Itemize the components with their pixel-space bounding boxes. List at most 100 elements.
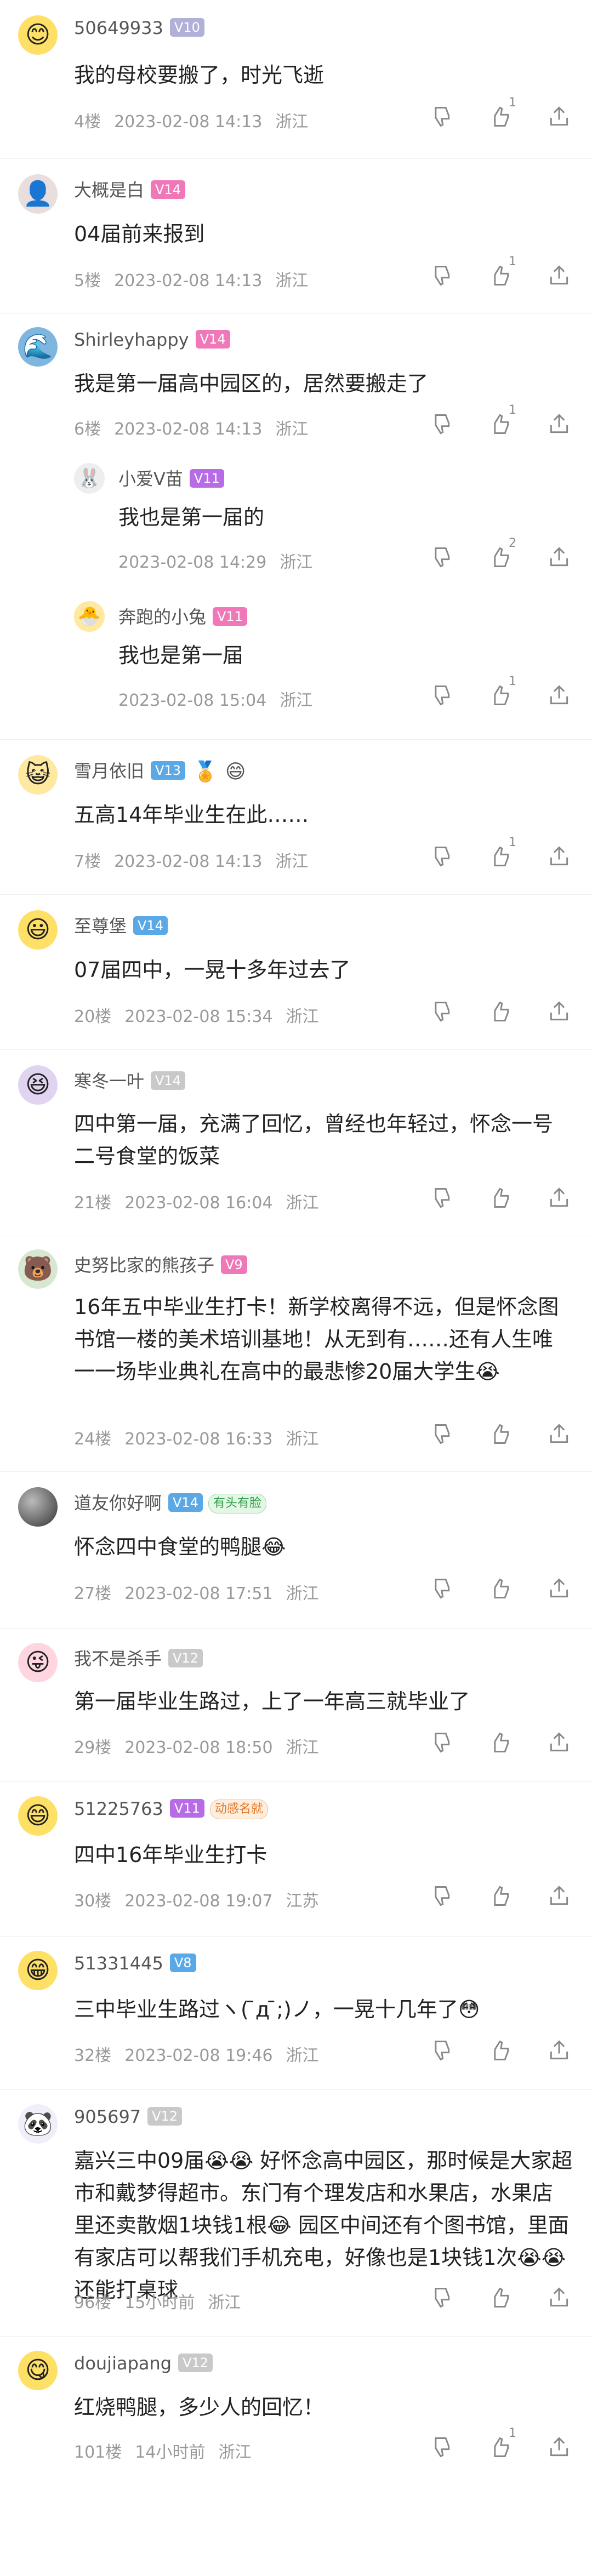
share-button[interactable]: [543, 841, 576, 874]
username[interactable]: 905697 V12: [74, 2106, 183, 2127]
username[interactable]: 我不是杀手 V12: [74, 1645, 203, 1670]
share-button[interactable]: [543, 2282, 576, 2315]
comment-text: 16年五中毕业生打卡！新学校离得不远，但是怀念图书馆一楼的美术培训基地！从无到有…: [74, 1295, 559, 1384]
username[interactable]: 51331445 V8: [74, 1953, 196, 1974]
share-button[interactable]: [543, 1183, 576, 1215]
like-button[interactable]: [483, 996, 516, 1029]
share-button[interactable]: [543, 2035, 576, 2068]
dislike-button[interactable]: [424, 1183, 457, 1215]
thumb-up-icon: [488, 1422, 512, 1448]
dislike-button[interactable]: [424, 1881, 457, 1914]
like-button[interactable]: 2: [483, 536, 516, 575]
like-button[interactable]: 1: [483, 2426, 516, 2465]
like-button[interactable]: 1: [483, 255, 516, 293]
thumb-up-icon: [488, 1730, 512, 1757]
share-button[interactable]: [543, 542, 576, 575]
like-button[interactable]: [483, 1183, 516, 1215]
thumb-up-icon: [488, 1186, 512, 1212]
share-icon: [547, 2286, 571, 2312]
dislike-button[interactable]: [424, 1419, 457, 1452]
comment-item: 😺 雪月依旧 V13 🏅 😄 五高14年毕业生在此…… 7楼 2023-02-08 14…: [0, 740, 592, 895]
share-button[interactable]: [543, 2432, 576, 2465]
username[interactable]: doujiapang V12: [74, 2353, 213, 2374]
like-button[interactable]: [483, 1573, 516, 1606]
dislike-button[interactable]: [424, 996, 457, 1029]
dislike-button[interactable]: [424, 841, 457, 874]
comment-item: 😁 51331445 V8 三中毕业生路过ヽ( ̄д ̄;)ノ，一晃十几年了😳 3…: [0, 1937, 592, 2090]
title-badge: 有头有脸: [208, 1494, 266, 1513]
like-button[interactable]: [483, 1727, 516, 1760]
username[interactable]: 道友你好啊 V14 有头有脸: [74, 1489, 266, 1515]
share-button[interactable]: [543, 1881, 576, 1914]
dislike-button[interactable]: [424, 2432, 457, 2465]
user-avatar[interactable]: 🐻: [18, 1249, 58, 1289]
user-avatar[interactable]: 😊: [18, 15, 58, 55]
comment-meta: 2023-02-08 15:04 浙江: [118, 691, 313, 710]
user-avatar[interactable]: 😃: [18, 910, 58, 950]
username[interactable]: 史努比家的熊孩子 V9: [74, 1252, 247, 1277]
share-button[interactable]: [543, 409, 576, 442]
like-button[interactable]: [483, 2282, 516, 2315]
user-avatar[interactable]: 🌊: [18, 327, 58, 367]
like-button[interactable]: 1: [483, 403, 516, 442]
comment-meta: 4楼 2023-02-08 14:13 浙江: [74, 112, 309, 132]
comment-meta: 32楼 2023-02-08 19:46 浙江: [74, 2046, 319, 2065]
user-avatar[interactable]: [18, 1487, 58, 1527]
user-avatar[interactable]: 😜: [18, 1643, 58, 1682]
like-button[interactable]: 1: [483, 96, 516, 134]
user-avatar[interactable]: 😁: [18, 1951, 58, 1990]
like-button[interactable]: [483, 1881, 516, 1914]
dislike-button[interactable]: [424, 1573, 457, 1606]
level-badge: V14: [151, 180, 185, 199]
like-button[interactable]: 1: [483, 836, 516, 874]
level-badge: V12: [178, 2354, 213, 2372]
level-badge: V8: [169, 1954, 196, 1972]
level-badge: V9: [221, 1255, 247, 1274]
comment-text: 红烧鸭腿，多少人的回忆！: [74, 2395, 325, 2419]
thumb-down-icon: [429, 1577, 453, 1603]
username[interactable]: 至尊堡 V14: [74, 912, 168, 938]
username[interactable]: 小爱V苗 V11: [118, 465, 224, 490]
like-button[interactable]: 1: [483, 675, 516, 713]
dislike-button[interactable]: [424, 1727, 457, 1760]
user-avatar[interactable]: 😄: [18, 1796, 58, 1836]
user-avatar[interactable]: 🐰: [74, 463, 105, 494]
comment-text: 我的母校要搬了，时光飞逝: [74, 63, 325, 87]
username[interactable]: 奔跑的小兔 V11: [118, 603, 247, 629]
dislike-button[interactable]: [424, 260, 457, 293]
comment-text: 第一届毕业生路过，上了一年高三就毕业了: [74, 1689, 470, 1713]
comment-feed: 😊 50649933 V10 我的母校要搬了，时光飞逝 4楼 2023-02-08 …: [0, 0, 592, 2576]
share-button[interactable]: [543, 101, 576, 134]
dislike-button[interactable]: [424, 542, 457, 575]
level-badge: V12: [147, 2107, 183, 2126]
share-button[interactable]: [543, 996, 576, 1029]
dislike-button[interactable]: [424, 409, 457, 442]
share-button[interactable]: [543, 1727, 576, 1760]
user-avatar[interactable]: 😆: [18, 1065, 58, 1105]
username[interactable]: 寒冬一叶 V14: [74, 1067, 185, 1093]
username[interactable]: 雪月依旧 V13 🏅 😄: [74, 757, 246, 783]
share-button[interactable]: [543, 260, 576, 293]
username[interactable]: 大概是白 V14: [74, 176, 185, 202]
username[interactable]: 51225763 V11 动感名就: [74, 1798, 268, 1819]
user-avatar[interactable]: 👤: [18, 174, 58, 214]
thumb-down-icon: [429, 2435, 453, 2461]
dislike-button[interactable]: [424, 2035, 457, 2068]
username[interactable]: Shirleyhappy V14: [74, 329, 230, 350]
dislike-button[interactable]: [424, 101, 457, 134]
like-button[interactable]: [483, 2035, 516, 2068]
share-button[interactable]: [543, 1419, 576, 1452]
share-button[interactable]: [543, 680, 576, 713]
thumb-up-icon: [488, 999, 512, 1026]
like-button[interactable]: [483, 1419, 516, 1452]
dislike-button[interactable]: [424, 2282, 457, 2315]
dislike-button[interactable]: [424, 680, 457, 713]
share-button[interactable]: [543, 1573, 576, 1606]
user-avatar[interactable]: 🐼: [18, 2104, 58, 2144]
username[interactable]: 50649933 V10: [74, 18, 204, 38]
user-avatar[interactable]: 😺: [18, 755, 58, 795]
comment-item: 🌊 Shirleyhappy V14 我是第一届高中园区的，居然要搬走了 6楼 20…: [0, 314, 592, 740]
emoji-badge-icon: 😄: [225, 761, 246, 783]
user-avatar[interactable]: 😋: [18, 2351, 58, 2390]
user-avatar[interactable]: 🐣: [74, 601, 105, 632]
